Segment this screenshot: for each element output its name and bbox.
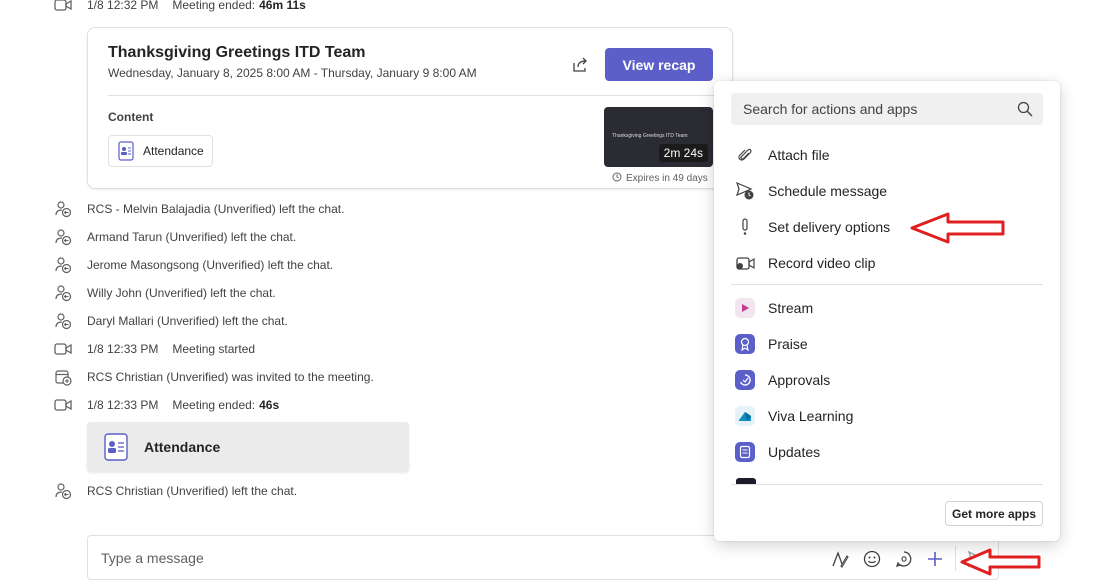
event-text: Daryl Mallari (Unverified) left the chat…	[87, 314, 288, 328]
attendance-card[interactable]: Attendance	[87, 422, 409, 472]
event-text: Meeting started	[172, 342, 256, 356]
event-row: Willy John (Unverified) left the chat.	[52, 283, 276, 303]
person-left-icon	[52, 312, 74, 330]
thumbnail-title: Thanksgiving Greetings ITD Team	[612, 133, 688, 139]
event-text: Armand Tarun (Unverified) left the chat.	[87, 230, 297, 244]
calendar-add-icon	[52, 368, 74, 386]
meeting-ended-row-top: 1/8 12:32 PM Meeting ended: 46m 11s	[52, 0, 306, 15]
app-label: Approvals	[768, 372, 831, 388]
video-camera-icon	[52, 0, 74, 14]
actions-apps-flyout: Search for actions and apps Attach file …	[714, 81, 1060, 541]
action-schedule-message[interactable]: Schedule message	[734, 177, 1044, 205]
app-label: Praise	[768, 336, 808, 352]
view-recap-button[interactable]: View recap	[605, 48, 713, 81]
event-text: RCS - Melvin Balajadia (Unverified) left…	[87, 202, 345, 216]
video-clip-icon	[734, 252, 756, 274]
event-time: 1/8 12:33 PM	[87, 342, 159, 356]
expires-note: Expires in 49 days	[612, 172, 708, 185]
person-left-icon	[52, 482, 74, 500]
meeting-datetime: Wednesday, January 8, 2025 8:00 AM - Thu…	[108, 66, 477, 80]
approvals-icon	[734, 369, 756, 391]
event-row: RCS - Melvin Balajadia (Unverified) left…	[52, 199, 344, 219]
attendance-chip[interactable]: Attendance	[108, 135, 213, 167]
recording-thumbnail[interactable]: Thanksgiving Greetings ITD Team 2m 24s	[604, 107, 713, 167]
praise-icon	[734, 333, 756, 355]
person-left-icon	[52, 200, 74, 218]
app-label: Stream	[768, 300, 814, 316]
app-updates[interactable]: Updates	[734, 438, 1044, 466]
meeting-recap-card: Thanksgiving Greetings ITD Team Wednesda…	[87, 27, 733, 189]
event-time: 1/8 12:33 PM	[87, 398, 159, 412]
person-left-icon	[52, 284, 74, 302]
actions-search-input[interactable]: Search for actions and apps	[743, 101, 917, 117]
meeting-title: Thanksgiving Greetings ITD Team	[108, 44, 366, 61]
add-actions-icon[interactable]	[925, 549, 945, 569]
event-duration: 46m 11s	[259, 0, 306, 12]
event-text: Willy John (Unverified) left the chat.	[87, 286, 276, 300]
person-left-icon	[52, 228, 74, 246]
flyout-divider	[731, 284, 1043, 285]
loop-icon[interactable]	[894, 549, 914, 569]
attendance-chip-label: Attendance	[143, 144, 204, 158]
viva-learning-icon	[734, 405, 756, 427]
meeting-ended-row: 1/8 12:33 PM Meeting ended: 46s	[52, 395, 279, 415]
event-time: 1/8 12:32 PM	[87, 0, 159, 12]
search-icon	[1017, 101, 1033, 117]
attendance-card-label: Attendance	[144, 439, 221, 455]
app-label: Updates	[768, 444, 821, 460]
flyout-divider	[731, 484, 1043, 485]
event-text: Meeting ended:	[172, 0, 256, 12]
clock-icon	[612, 172, 622, 185]
app-praise[interactable]: Praise	[734, 330, 1044, 358]
event-row: Daryl Mallari (Unverified) left the chat…	[52, 311, 288, 331]
event-duration: 46s	[259, 398, 280, 412]
video-camera-icon	[52, 340, 74, 358]
annotation-arrow-icon	[910, 212, 1005, 244]
event-text: RCS Christian (Unverified) left the chat…	[87, 484, 298, 498]
event-row: Jerome Masongsong (Unverified) left the …	[52, 255, 333, 275]
get-more-apps-button[interactable]: Get more apps	[945, 501, 1043, 526]
app-approvals[interactable]: Approvals	[734, 366, 1044, 394]
event-text: Jerome Masongsong (Unverified) left the …	[87, 258, 334, 272]
content-label: Content	[108, 110, 154, 124]
format-icon[interactable]	[830, 549, 850, 569]
attendance-file-icon	[101, 432, 131, 462]
invited-row: RCS Christian (Unverified) was invited t…	[52, 367, 374, 387]
recording-duration: 2m 24s	[658, 144, 708, 162]
event-row: Armand Tarun (Unverified) left the chat.	[52, 227, 296, 247]
emoji-icon[interactable]	[862, 549, 882, 569]
video-camera-icon	[52, 396, 74, 414]
action-label: Schedule message	[768, 183, 888, 199]
action-label: Set delivery options	[768, 219, 891, 235]
compose-divider	[955, 546, 956, 571]
event-text: RCS Christian (Unverified) was invited t…	[87, 370, 374, 384]
actions-search-box[interactable]: Search for actions and apps	[731, 93, 1043, 125]
person-left-icon	[52, 256, 74, 274]
schedule-send-icon	[734, 180, 756, 202]
expires-text: Expires in 49 days	[626, 173, 708, 184]
app-viva-learning[interactable]: Viva Learning	[734, 402, 1044, 430]
annotation-arrow-icon	[960, 548, 1041, 576]
attendance-file-icon	[117, 141, 135, 161]
compose-box[interactable]: Type a message	[87, 535, 999, 580]
event-text: Meeting ended:	[172, 398, 256, 412]
updates-icon	[734, 441, 756, 463]
app-label: Viva Learning	[768, 408, 854, 424]
action-attach-file[interactable]: Attach file	[734, 141, 1044, 169]
exclamation-icon	[734, 216, 756, 238]
action-label: Record video clip	[768, 255, 876, 271]
card-divider	[108, 95, 714, 96]
app-stream[interactable]: Stream	[734, 294, 1044, 322]
stream-icon	[734, 297, 756, 319]
message-input[interactable]: Type a message	[101, 550, 204, 566]
event-row: RCS Christian (Unverified) left the chat…	[52, 481, 297, 501]
meeting-started-row: 1/8 12:33 PM Meeting started	[52, 339, 255, 359]
paperclip-icon	[734, 144, 756, 166]
action-label: Attach file	[768, 147, 830, 163]
share-icon[interactable]	[571, 56, 589, 74]
action-record-video-clip[interactable]: Record video clip	[734, 249, 1044, 277]
